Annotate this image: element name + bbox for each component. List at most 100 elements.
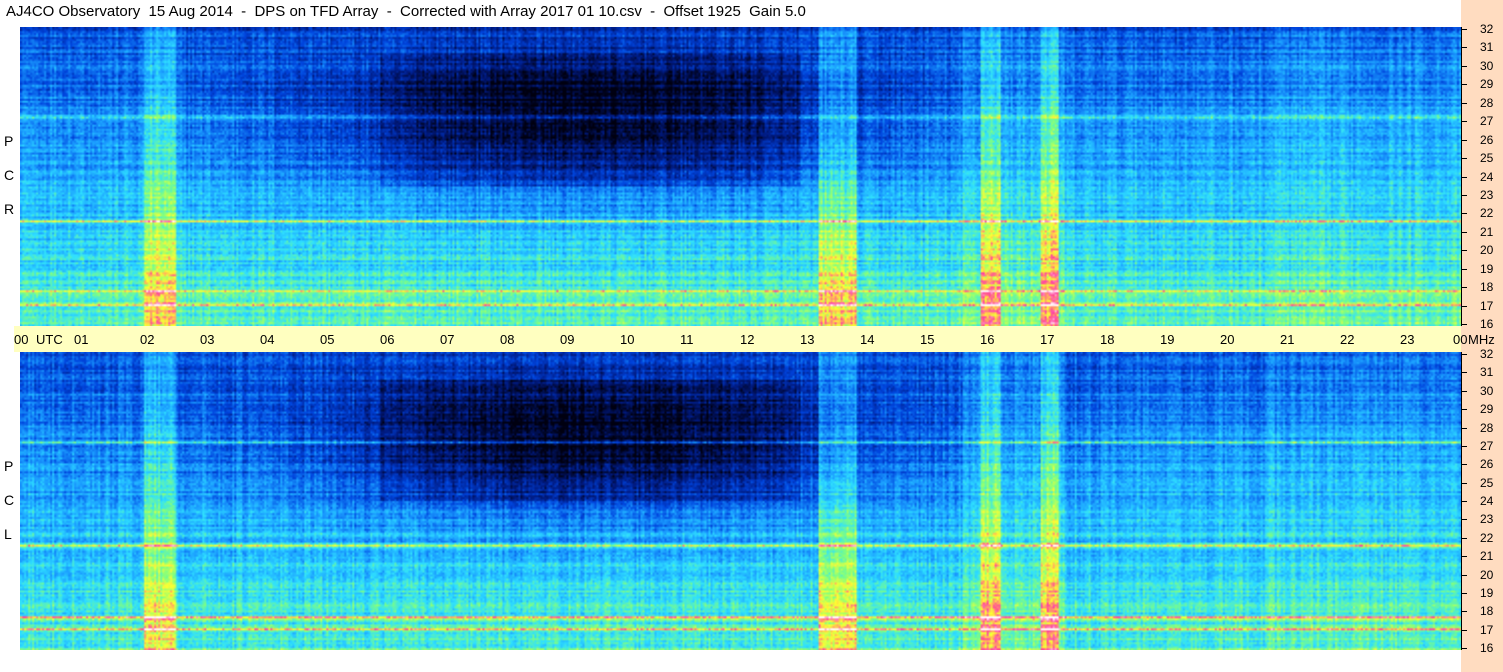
time-tick-label: 09 — [560, 332, 575, 347]
time-tick-label: 14 — [860, 332, 875, 347]
freq-tick-label: 30 — [1480, 58, 1494, 73]
freq-tick-mark — [1461, 287, 1467, 289]
freq-tick-label: 26 — [1480, 132, 1494, 147]
time-tick-label: UTC — [36, 332, 63, 347]
freq-tick-label: 24 — [1480, 169, 1494, 184]
freq-tick-mark — [1461, 121, 1467, 123]
freq-tick-mark — [1461, 390, 1467, 392]
freq-tick-label: 27 — [1480, 438, 1494, 453]
freq-tick-mark — [1461, 482, 1467, 484]
freq-tick-mark — [1461, 139, 1467, 141]
freq-tick-mark — [1461, 629, 1467, 631]
freq-tick-mark — [1461, 537, 1467, 539]
freq-tick-mark — [1461, 464, 1467, 466]
freq-tick-mark — [1461, 574, 1467, 576]
time-tick-label: 00 — [14, 332, 29, 347]
pol-letter: P — [4, 133, 14, 149]
freq-tick-label: 17 — [1480, 622, 1494, 637]
freq-tick-label: 21 — [1480, 224, 1494, 239]
time-tick-label: 08 — [500, 332, 515, 347]
freq-tick-mark — [1461, 592, 1467, 594]
freq-tick-mark — [1461, 231, 1467, 233]
freq-tick-mark — [1461, 84, 1467, 86]
freq-tick-label: 21 — [1480, 549, 1494, 564]
freq-tick-mark — [1461, 47, 1467, 49]
freq-tick-mark — [1461, 29, 1467, 30]
freq-tick-label: 23 — [1480, 512, 1494, 527]
freq-tick-mark — [1461, 250, 1467, 252]
time-tick-label: 15 — [920, 332, 935, 347]
freq-tick-mark — [1461, 611, 1467, 613]
time-tick-label: 00 — [1453, 332, 1468, 347]
freq-tick-mark — [1461, 102, 1467, 104]
time-tick-label: 12 — [740, 332, 755, 347]
time-tick-label: 18 — [1100, 332, 1115, 347]
freq-tick-label: 32 — [1480, 347, 1494, 361]
freq-tick-label: 32 — [1480, 22, 1494, 36]
freq-tick-label: 29 — [1480, 77, 1494, 92]
freq-tick-label: 30 — [1480, 383, 1494, 398]
freq-tick-label: 20 — [1480, 567, 1494, 582]
utc-time-axis: 00 UTC 01 02 03 04 05 06 07 08 09 10 11 12 13 14 15 16 17 1… — [14, 326, 1495, 352]
freq-tick-mark — [1461, 501, 1467, 502]
pol-letter: C — [4, 167, 15, 183]
time-tick-label: 19 — [1160, 332, 1175, 347]
rcp-label: P C R — [0, 125, 20, 225]
freq-tick-label: 22 — [1480, 530, 1494, 545]
freq-tick-mark — [1461, 409, 1467, 411]
freq-tick-label: 25 — [1480, 475, 1494, 490]
time-tick-label: 22 — [1340, 332, 1355, 347]
freq-tick-mark — [1461, 427, 1467, 429]
rcp-spectrogram — [20, 27, 1461, 326]
freq-tick-label: 24 — [1480, 494, 1494, 508]
freq-tick-mark — [1461, 324, 1467, 325]
freq-tick-label: 28 — [1480, 420, 1494, 435]
freq-tick-label: 27 — [1480, 114, 1494, 129]
freq-tick-label: 19 — [1480, 585, 1494, 600]
freq-tick-mark — [1461, 213, 1467, 215]
lcp-label: P C L — [0, 450, 20, 550]
time-tick-label: 01 — [74, 332, 89, 347]
freq-tick-mark — [1461, 556, 1467, 558]
time-tick-label: 21 — [1280, 332, 1295, 347]
freq-tick-label: 18 — [1480, 280, 1494, 295]
freq-tick-label: 31 — [1480, 40, 1494, 55]
freq-tick-mark — [1461, 305, 1467, 307]
freq-tick-mark — [1461, 519, 1467, 521]
time-tick-label: 20 — [1220, 332, 1235, 347]
time-tick-label: 17 — [1040, 332, 1055, 347]
pol-letter: P — [4, 458, 14, 474]
time-tick-label: 16 — [980, 332, 995, 347]
chart-title: AJ4CO Observatory 15 Aug 2014 - DPS on T… — [6, 3, 806, 20]
freq-tick-mark — [1461, 354, 1467, 355]
freq-tick-label: 16 — [1480, 317, 1494, 331]
freq-tick-mark — [1461, 445, 1467, 447]
freq-tick-mark — [1461, 372, 1467, 374]
time-tick-label: 10 — [620, 332, 635, 347]
freq-tick-label: 29 — [1480, 402, 1494, 417]
freq-tick-label: 28 — [1480, 95, 1494, 110]
lcp-spectrogram — [20, 352, 1461, 650]
freq-tick-label: 31 — [1480, 365, 1494, 380]
freq-tick-label: 19 — [1480, 261, 1494, 276]
freq-tick-label: 17 — [1480, 298, 1494, 313]
freq-tick-label: 23 — [1480, 187, 1494, 202]
time-tick-label: 11 — [680, 332, 694, 347]
freq-tick-label: 18 — [1480, 604, 1494, 619]
time-tick-label: 23 — [1400, 332, 1415, 347]
freq-tick-mark — [1461, 194, 1467, 196]
pol-letter: L — [4, 526, 12, 542]
freq-tick-label: 16 — [1480, 641, 1494, 655]
freq-tick-label: 20 — [1480, 243, 1494, 258]
pol-letter: R — [4, 201, 15, 217]
freq-tick-mark — [1461, 158, 1467, 160]
time-tick-label: MHz — [1468, 332, 1495, 347]
time-tick-label: 04 — [260, 332, 275, 347]
freq-tick-mark — [1461, 65, 1467, 67]
freq-tick-mark — [1461, 176, 1467, 178]
time-tick-label: 03 — [200, 332, 215, 347]
freq-tick-label: 25 — [1480, 151, 1494, 166]
freq-tick-label: 22 — [1480, 206, 1494, 221]
freq-tick-mark — [1461, 268, 1467, 270]
time-tick-label: 13 — [800, 332, 815, 347]
